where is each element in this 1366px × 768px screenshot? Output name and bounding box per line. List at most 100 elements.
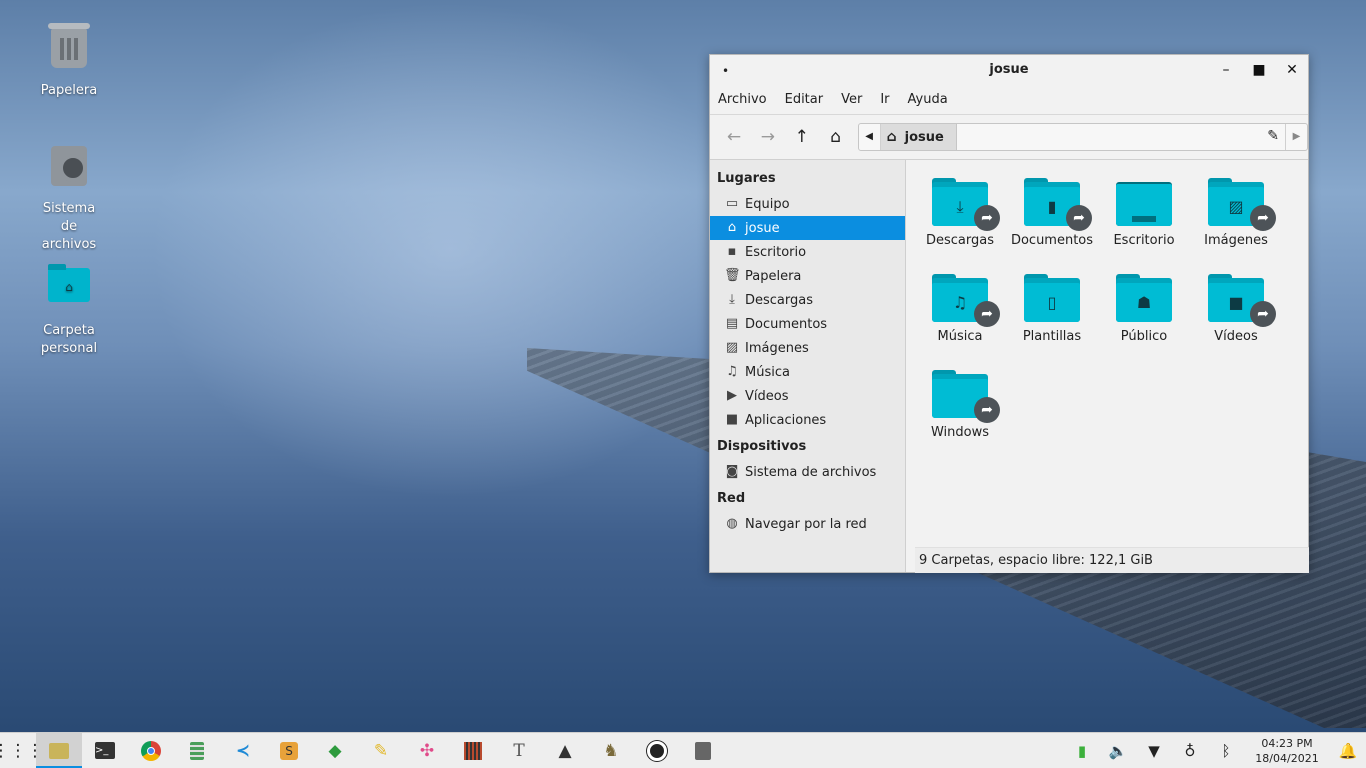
file-manager-window: • josue – ■ ✕ Archivo Editar Ver Ir Ayud… [709,54,1309,573]
sidebar: Lugares ▭ Equipo ⌂ josue ▪ Escritorio 🗑 Pape… [710,160,906,572]
sidebar-item-papelera[interactable]: 🗑 Papelera [710,264,905,288]
symlink-icon: ➦ [974,397,1000,423]
desktop-icon-filesystem[interactable]: Sistema de archivos [14,142,124,254]
sidebar-item-imagenes[interactable]: ▨ Imágenes [710,336,905,360]
file-item-windows[interactable]: ➦ Windows [914,364,1006,460]
path-scroll-right-button[interactable]: ▶ [1285,124,1307,150]
sidebar-item-navegar-red[interactable]: ◍ Navegar por la red [710,512,905,536]
sidebar-item-equipo[interactable]: ▭ Equipo [710,192,905,216]
path-crumb-home[interactable]: ⌂ josue [880,124,957,150]
desktop-icon-trash[interactable]: Papelera [14,23,124,100]
path-scroll-left-button[interactable]: ◀ [859,124,881,150]
home-button[interactable]: ⌂ [822,123,850,151]
color-picker-icon[interactable]: ✣ [404,733,450,768]
titlebar[interactable]: • josue – ■ ✕ [710,55,1308,85]
clock-time: 04:23 PM [1261,737,1313,750]
file-name: Documentos [1010,233,1094,248]
taskbar: ⋮⋮⋮ >_ ≺ S ◆ ✎ ✣ T ▲ ♞ ▮ 🔈 ▼ ♁ ᛒ 04:23 P… [0,732,1366,768]
file-manager-icon[interactable] [36,732,82,768]
battery-icon[interactable]: ▮ [1064,742,1100,760]
file-item-videos[interactable]: ■ ➦ Vídeos [1190,268,1282,364]
sidebar-item-musica[interactable]: ♫ Música [710,360,905,384]
app-menu-icon[interactable]: ⋮⋮⋮ [0,733,44,768]
git-icon[interactable]: ◆ [312,733,358,768]
toolbar: ← → ↑ ⌂ ◀ ⌂ josue ✎ ▶ [710,115,1309,160]
home-icon: ⌂ [727,220,737,235]
wifi-icon[interactable]: ▼ [1136,742,1172,760]
sidebar-item-label: Documentos [745,316,828,332]
up-button[interactable]: ↑ [788,123,816,151]
disk-app-icon[interactable] [680,733,726,768]
file-name: Descargas [925,233,994,248]
bluetooth-icon[interactable]: ᛒ [1208,742,1244,760]
sidebar-header-lugares: Lugares [717,171,776,186]
sidebar-item-sistema-de-archivos[interactable]: ◙ Sistema de archivos [710,460,905,484]
file-item-imagenes[interactable]: ▨ ➦ Imágenes [1190,172,1282,268]
folder-icon: ➦ [932,370,1000,423]
sidebar-item-label: Aplicaciones [745,412,827,428]
sidebar-item-videos[interactable]: ▶ Vídeos [710,384,905,408]
menubar: Archivo Editar Ver Ir Ayuda [710,85,1308,115]
edit-path-icon[interactable]: ✎ [1267,128,1279,144]
download-folder-icon: ⤓ ➦ [932,178,1000,231]
sidebar-item-josue[interactable]: ⌂ josue [710,216,905,240]
sublime-icon[interactable]: S [266,733,312,768]
menu-ver[interactable]: Ver [841,92,870,107]
terminal-icon[interactable]: >_ [82,733,128,768]
equalizer-icon[interactable] [450,733,496,768]
symlink-icon: ➦ [1250,205,1276,231]
menu-editar[interactable]: Editar [785,92,832,107]
clock[interactable]: 04:23 PM 18/04/2021 [1244,736,1330,766]
gimp-icon[interactable]: ♞ [588,733,634,768]
sidebar-header-dispositivos: Dispositivos [717,439,807,454]
file-view[interactable]: ⤓ ➦ Descargas ▮ ➦ Documentos Escritorio ▨ ➦… [906,160,1308,572]
chrome-icon[interactable] [128,733,174,768]
desktop-icon-home[interactable]: ⌂ Carpeta personal [14,260,124,358]
calculator-icon[interactable] [174,733,220,768]
file-name: Plantillas [1022,329,1082,344]
drive-icon: ◙ [725,464,739,479]
file-item-musica[interactable]: ♫ ➦ Música [914,268,1006,364]
sidebar-item-label: josue [745,220,780,236]
templates-folder-icon: ▯ [1024,274,1080,322]
trash-icon: 🗑 [724,268,741,283]
file-name: Escritorio [1113,233,1175,248]
symlink-icon: ➦ [1250,301,1276,327]
symlink-icon: ➦ [974,205,1000,231]
file-item-escritorio[interactable]: Escritorio [1098,172,1190,268]
download-icon: ⤓ [729,292,735,307]
bell-icon[interactable]: 🔔 [1330,742,1366,760]
file-item-descargas[interactable]: ⤓ ➦ Descargas [914,172,1006,268]
menu-ir[interactable]: Ir [880,92,897,107]
home-folder-icon: ⌂ [45,264,93,316]
lightbulb-icon[interactable]: ♁ [1172,742,1208,760]
back-button[interactable]: ← [720,123,748,151]
desktop-icon-label: Papelera [40,83,98,98]
sidebar-item-label: Escritorio [745,244,807,260]
desktop-icon-label: Sistema de archivos [41,201,97,252]
file-item-plantillas[interactable]: ▯ Plantillas [1006,268,1098,364]
symlink-icon: ➦ [1066,205,1092,231]
vscode-icon[interactable]: ≺ [220,733,266,768]
videos-folder-icon: ■ ➦ [1208,274,1276,327]
close-button[interactable]: ✕ [1281,60,1303,80]
forward-button[interactable]: → [754,123,782,151]
sidebar-item-label: Imágenes [745,340,809,356]
inkscape-icon[interactable]: ▲ [542,733,588,768]
volume-icon[interactable]: 🔈 [1100,742,1136,760]
home-icon: ⌂ [886,129,897,145]
sidebar-item-documentos[interactable]: ▤ Documentos [710,312,905,336]
sidebar-item-escritorio[interactable]: ▪ Escritorio [710,240,905,264]
sidebar-item-descargas[interactable]: ⤓ Descargas [710,288,905,312]
menu-ayuda[interactable]: Ayuda [908,92,956,107]
font-viewer-icon[interactable]: T [496,733,542,768]
minimize-button[interactable]: – [1215,60,1237,80]
screenshot-icon[interactable] [634,733,680,768]
sidebar-item-aplicaciones[interactable]: ■ Aplicaciones [710,408,905,432]
file-item-publico[interactable]: ☗ Público [1098,268,1190,364]
maximize-button[interactable]: ■ [1248,60,1270,80]
documents-folder-icon: ▮ ➦ [1024,178,1092,231]
text-editor-icon[interactable]: ✎ [358,733,404,768]
menu-archivo[interactable]: Archivo [718,92,775,107]
file-item-documentos[interactable]: ▮ ➦ Documentos [1006,172,1098,268]
